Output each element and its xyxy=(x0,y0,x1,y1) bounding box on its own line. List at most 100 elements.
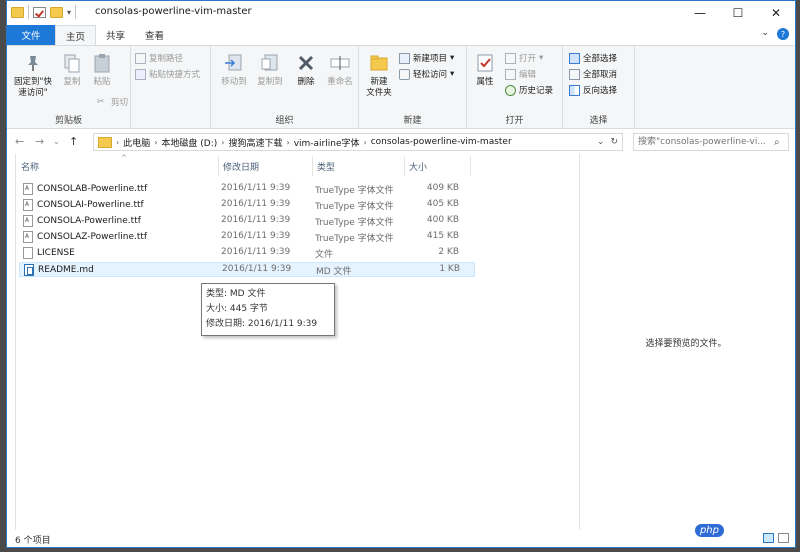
breadcrumb-current-folder[interactable]: consolas-powerline-vim-master xyxy=(371,137,512,147)
copy-to-button[interactable]: 复制到 xyxy=(253,52,287,88)
column-header-date[interactable]: 修改日期 xyxy=(219,156,313,176)
search-box[interactable]: ⌕ xyxy=(633,133,789,151)
file-size: 409 KB xyxy=(426,183,459,193)
select-all-label: 全部选择 xyxy=(583,54,618,64)
invert-selection-button[interactable]: 反向选择 xyxy=(569,84,617,96)
recent-locations-dropdown-icon[interactable]: ⌄ xyxy=(53,137,60,146)
copy-path-button[interactable]: 复制路径 xyxy=(135,52,183,64)
qat-divider xyxy=(28,5,29,19)
pin-quick-access-button[interactable]: 固定到"快 速访问" xyxy=(11,52,55,99)
file-row[interactable]: CONSOLAI-Powerline.ttf 2016/1/11 9:39 Tr… xyxy=(19,198,475,213)
search-input[interactable] xyxy=(634,136,772,148)
select-none-button[interactable]: 全部取消 xyxy=(569,68,617,80)
column-header-type[interactable]: 类型 xyxy=(313,156,405,176)
edit-button[interactable]: 编辑 xyxy=(505,68,536,80)
new-folder-icon xyxy=(370,55,388,71)
copy-path-icon xyxy=(135,52,146,64)
file-row[interactable]: CONSOLA-Powerline.ttf 2016/1/11 9:39 Tru… xyxy=(19,214,475,229)
up-arrow-icon[interactable]: ↑ xyxy=(69,135,78,148)
column-header-size[interactable]: 大小 xyxy=(405,156,471,176)
watermark-text: 中文网 xyxy=(727,524,760,537)
properties-check-icon[interactable] xyxy=(33,6,46,18)
breadcrumb-drive-d[interactable]: 本地磁盘 (D:) xyxy=(161,136,217,149)
qat-dropdown-icon[interactable]: ▾ xyxy=(67,8,71,17)
tab-share[interactable]: 共享 xyxy=(96,25,135,45)
new-item-button[interactable]: 新建项目 ▾ xyxy=(399,52,454,64)
address-bar[interactable]: › 此电脑 › 本地磁盘 (D:) › 搜狗高速下载 › vim-airline… xyxy=(93,133,623,151)
font-file-icon xyxy=(23,215,33,227)
paste-shortcut-button[interactable]: 粘贴快捷方式 xyxy=(135,68,200,80)
properties-button[interactable]: 属性 xyxy=(471,52,499,88)
maximize-button[interactable]: ☐ xyxy=(719,1,757,25)
preview-pane: 选择要预览的文件。 xyxy=(579,154,792,530)
md-file-icon xyxy=(24,264,34,276)
invert-selection-icon xyxy=(569,84,580,96)
file-size: 405 KB xyxy=(426,199,459,209)
move-to-button[interactable]: 移动到 xyxy=(217,52,251,88)
file-tooltip: 类型: MD 文件 大小: 445 字节 修改日期: 2016/1/11 9:3… xyxy=(201,283,335,336)
file-date: 2016/1/11 9:39 xyxy=(221,215,291,225)
file-name-cell: README.md xyxy=(24,264,94,276)
file-row[interactable]: CONSOLAZ-Powerline.ttf 2016/1/11 9:39 Tr… xyxy=(19,230,475,245)
tooltip-modified: 修改日期: 2016/1/11 9:39 xyxy=(206,319,318,329)
forward-arrow-icon[interactable]: → xyxy=(35,135,44,148)
file-name: CONSOLAI-Powerline.ttf xyxy=(37,200,144,210)
large-icons-view-icon[interactable] xyxy=(778,533,789,543)
cut-button[interactable]: ✂ 剪切 xyxy=(97,96,128,109)
pin-label: 固定到"快 速访问" xyxy=(14,77,52,98)
tab-home[interactable]: 主页 xyxy=(55,25,97,45)
delete-icon xyxy=(298,55,314,71)
select-none-label: 全部取消 xyxy=(583,70,618,80)
paste-label: 粘贴 xyxy=(93,77,111,87)
breadcrumb-separator-icon[interactable]: › xyxy=(221,138,224,147)
new-folder-button[interactable]: 新建 文件夹 xyxy=(363,52,395,99)
breadcrumb-this-pc[interactable]: 此电脑 xyxy=(123,136,150,149)
easy-access-button[interactable]: 轻松访问 ▾ xyxy=(399,68,454,80)
copy-to-label: 复制到 xyxy=(257,77,283,87)
file-row[interactable]: CONSOLAB-Powerline.ttf 2016/1/11 9:39 Tr… xyxy=(19,182,475,197)
breadcrumb-separator-icon[interactable]: › xyxy=(154,138,157,147)
minimize-button[interactable]: — xyxy=(681,1,719,25)
history-button[interactable]: 历史记录 xyxy=(505,84,553,96)
refresh-icon[interactable]: ↻ xyxy=(610,137,618,147)
rename-icon xyxy=(330,56,350,70)
column-header-name[interactable]: ^ 名称 xyxy=(17,154,219,176)
back-arrow-icon[interactable]: ← xyxy=(15,135,24,148)
address-dropdown-icon[interactable]: ⌄ xyxy=(597,137,605,147)
close-button[interactable]: ✕ xyxy=(757,1,795,25)
breadcrumb-vim-airline-fonts[interactable]: vim-airline字体 xyxy=(294,136,360,149)
details-view-icon[interactable] xyxy=(763,533,774,543)
copy-button[interactable]: 复制 xyxy=(59,52,85,88)
clipboard-group-label: 剪贴板 xyxy=(54,116,82,126)
column-date-label: 修改日期 xyxy=(223,162,260,173)
font-file-icon xyxy=(23,199,33,211)
tab-view[interactable]: 查看 xyxy=(135,25,174,45)
breadcrumb-sogou-downloads[interactable]: 搜狗高速下载 xyxy=(228,136,282,149)
open-button[interactable]: 打开 ▾ xyxy=(505,52,543,64)
file-row[interactable]: LICENSE 2016/1/11 9:39 文件 2 KB xyxy=(19,246,475,261)
tab-file[interactable]: 文件 xyxy=(7,25,55,45)
select-all-button[interactable]: 全部选择 xyxy=(569,52,617,64)
breadcrumb-separator-icon[interactable]: › xyxy=(287,138,290,147)
delete-button[interactable]: 删除 xyxy=(293,52,319,88)
file-row-selected[interactable]: README.md 2016/1/11 9:39 MD 文件 1 KB xyxy=(19,262,475,277)
search-icon[interactable]: ⌕ xyxy=(774,137,780,148)
navigation-bar: ← → ⌄ ↑ › 此电脑 › 本地磁盘 (D:) › 搜狗高速下载 › vim… xyxy=(7,131,795,153)
column-size-label: 大小 xyxy=(409,162,428,173)
paste-button[interactable]: 粘贴 xyxy=(89,52,115,88)
new-folder-icon[interactable] xyxy=(50,6,63,18)
file-type: TrueType 字体文件 xyxy=(315,218,394,228)
file-size: 2 KB xyxy=(438,247,459,257)
rename-button[interactable]: 重命名 xyxy=(323,52,357,88)
ribbon-expand-icon[interactable]: ⌄ xyxy=(761,28,769,40)
invert-selection-label: 反向选择 xyxy=(583,86,618,96)
breadcrumb-separator-icon[interactable]: › xyxy=(116,138,119,147)
help-icon[interactable]: ? xyxy=(777,28,789,40)
open-label: 打开 xyxy=(519,54,537,64)
paste-shortcut-icon xyxy=(135,68,146,80)
explorer-window: ▾ consolas-powerline-vim-master — ☐ ✕ 文件… xyxy=(6,0,796,548)
organize-group-label: 组织 xyxy=(275,116,294,126)
content-area: ^ 名称 修改日期 类型 大小 CONSOLAB-Powerline.ttf 2… xyxy=(7,154,795,530)
navigation-pane[interactable] xyxy=(7,154,16,530)
breadcrumb-separator-icon[interactable]: › xyxy=(364,138,367,147)
